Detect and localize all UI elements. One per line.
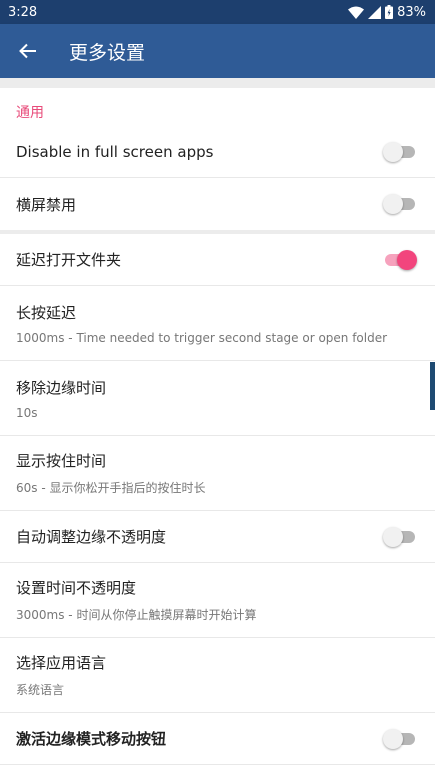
setting-title: 长按延迟 [16,303,77,322]
app-bar: 更多设置 [0,24,435,78]
arrow-left-icon [19,43,36,59]
landscape-toggle[interactable] [383,194,417,214]
setting-title: 设置时间不透明度 [16,579,137,597]
setting-long-press[interactable]: 长按延迟 1000ms - Time needed to trigger sec… [0,286,435,361]
setting-subtitle: 系统语言 [16,683,65,697]
setting-app-language[interactable]: 选择应用语言 系统语言 [0,638,435,713]
setting-subtitle: 60s - 显示你松开手指后的按住时长 [16,481,206,495]
setting-title: 显示按住时间 [16,452,107,470]
setting-title: 移除边缘时间 [16,378,107,397]
scrollbar[interactable] [430,362,435,410]
setting-remove-edge[interactable]: 移除边缘时间 10s [0,361,435,436]
setting-landscape[interactable]: 横屏禁用 [0,178,435,230]
setting-opacity-time[interactable]: 设置时间不透明度 3000ms - 时间从你停止触摸屏幕时开始计算 [0,563,435,638]
setting-full-screen[interactable]: Disable in full screen apps [0,126,435,178]
setting-show-hold[interactable]: 显示按住时间 60s - 显示你松开手指后的按住时长 [0,436,435,511]
top-divider [0,78,435,88]
setting-subtitle: 1000ms - Time needed to trigger second s… [16,330,388,345]
cell-signal-icon [368,5,382,19]
status-bar: 3:28 83% [0,0,435,24]
setting-edge-move-button[interactable]: 激活边缘模式移动按钮 [0,713,435,765]
delay-folder-toggle[interactable] [383,249,417,270]
battery-icon [385,5,394,19]
setting-subtitle: 10s [16,405,38,420]
setting-title: 自动调整边缘不透明度 [16,528,167,546]
edge-move-button-toggle[interactable] [383,728,417,749]
setting-delay-folder[interactable]: 延迟打开文件夹 [0,234,435,286]
section-header-general: 通用 [16,105,44,121]
setting-title: 激活边缘模式移动按钮 [16,730,167,748]
auto-opacity-toggle[interactable] [383,526,417,547]
page-title: 更多设置 [69,41,146,64]
setting-subtitle: 3000ms - 时间从你停止触摸屏幕时开始计算 [16,608,257,622]
status-time: 3:28 [8,4,38,20]
back-button[interactable] [0,24,56,78]
setting-title: 延迟打开文件夹 [16,251,122,269]
setting-auto-opacity[interactable]: 自动调整边缘不透明度 [0,511,435,563]
status-icons: 83% [348,5,426,20]
full-screen-toggle[interactable] [383,141,417,162]
setting-title: 选择应用语言 [16,654,107,672]
setting-title: Disable in full screen apps [16,142,214,161]
settings-list[interactable]: 通用 Disable in full screen apps 横屏禁用 延迟打开… [0,88,435,773]
setting-title: 横屏禁用 [16,195,77,214]
battery-percent: 83% [397,4,426,20]
wifi-icon [348,6,365,19]
